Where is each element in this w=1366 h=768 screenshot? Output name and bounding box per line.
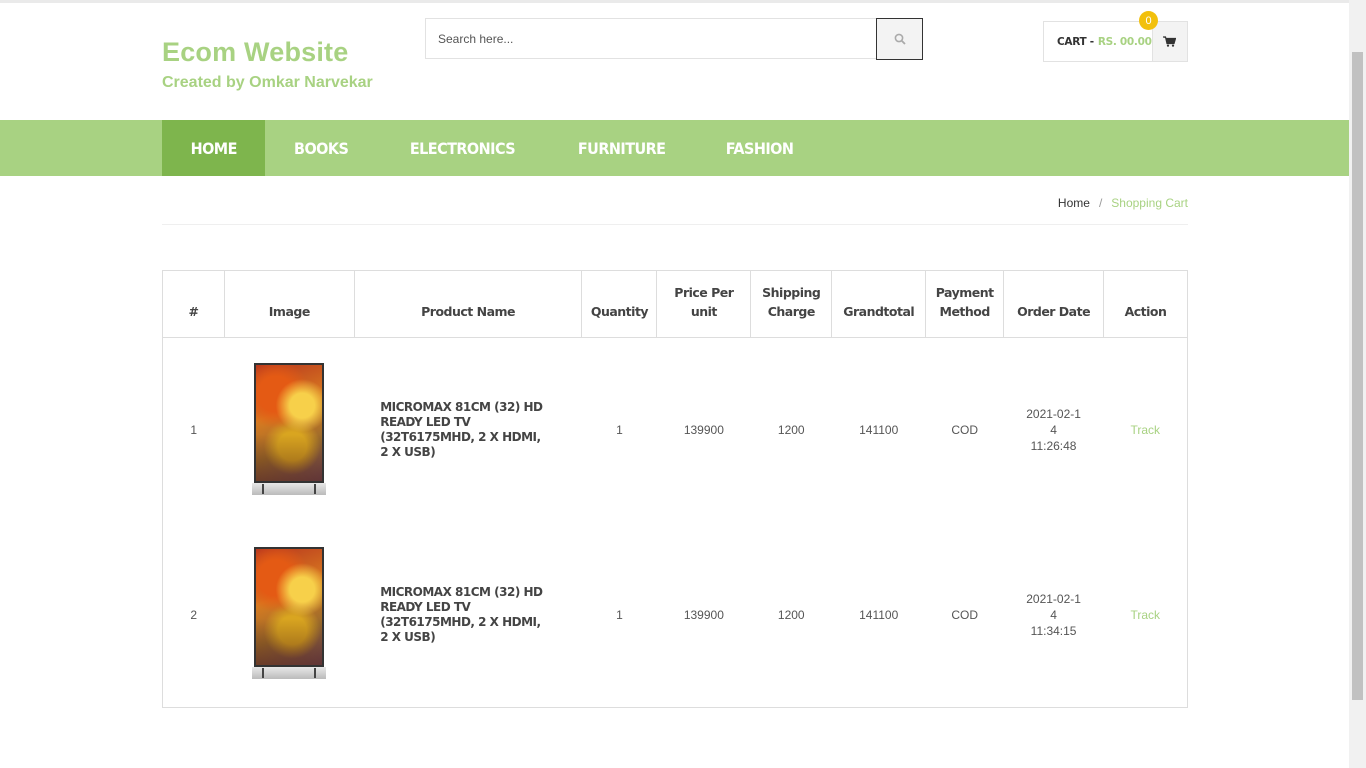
payment-method: COD xyxy=(951,423,978,438)
table-row: 1 MICROMAX 81CM (32) HD READY LED TV (32… xyxy=(163,338,1188,523)
nav-menu: HOME BOOKS ELECTRONICS FURNITURE FASHION xyxy=(162,120,823,176)
nav-label-home: HOME xyxy=(190,138,238,158)
price-per-unit: 139900 xyxy=(683,607,724,622)
site-subtitle: Created by Omkar Narvekar xyxy=(162,74,373,91)
search-bar xyxy=(425,18,923,60)
nav-label-furniture: FURNITURE xyxy=(577,138,666,158)
cart-text: CART - xyxy=(1057,35,1094,48)
cart-button[interactable] xyxy=(1151,22,1187,61)
product-image[interactable] xyxy=(252,362,327,495)
product-name: MICROMAX 81CM (32) HD READY LED TV (32T6… xyxy=(380,400,543,460)
action-cell: Track xyxy=(1104,338,1188,523)
page-scrollbar[interactable] xyxy=(1349,0,1366,768)
cart-label[interactable]: CART - RS. 00.00 xyxy=(1044,22,1152,61)
order-date: 2021-02-14 11:26:48 xyxy=(1004,338,1104,523)
search-button[interactable] xyxy=(876,18,923,60)
action-cell: Track xyxy=(1104,523,1188,708)
product-image[interactable] xyxy=(252,547,327,680)
breadcrumb-home-link[interactable]: Home xyxy=(1058,196,1090,210)
search-icon xyxy=(894,33,906,45)
product-image-cell xyxy=(224,338,354,523)
price-per-unit: 139900 xyxy=(683,423,724,438)
column-header-shipping: Shipping Charge xyxy=(750,270,833,338)
orders-table: # Image Product Name Quantity Price Per … xyxy=(162,270,1188,708)
site-title[interactable]: Ecom Website xyxy=(162,37,373,68)
order-date-day: 2021-02-14 xyxy=(1026,407,1081,438)
shipping-charge: 1200 xyxy=(777,607,805,622)
table-row: 2 MICROMAX 81CM (32) HD READY LED TV (32… xyxy=(163,523,1188,708)
cart-widget[interactable]: CART - RS. 00.00 0 xyxy=(1043,11,1188,62)
column-header-payment: Payment Method xyxy=(925,270,1005,338)
track-link[interactable]: Track xyxy=(1130,608,1160,622)
table-header-row: # Image Product Name Quantity Price Per … xyxy=(162,270,1188,338)
quantity: 1 xyxy=(616,607,623,622)
order-date-time: 11:34:15 xyxy=(1030,623,1077,638)
breadcrumb: Home / Shopping Cart xyxy=(1058,196,1188,210)
column-header-quantity: Quantity xyxy=(581,270,658,338)
search-input[interactable] xyxy=(425,18,876,59)
column-header-price: Price Per unit xyxy=(656,270,752,338)
order-date-time: 11:26:48 xyxy=(1030,439,1077,454)
order-date: 2021-02-14 11:34:15 xyxy=(1004,523,1104,708)
divider xyxy=(162,224,1188,225)
payment-method: COD xyxy=(951,607,978,622)
breadcrumb-separator: / xyxy=(1098,196,1103,210)
cart-icon xyxy=(1163,36,1177,47)
top-edge xyxy=(0,0,1349,3)
column-header-grandtotal: Grandtotal xyxy=(831,270,927,338)
quantity: 1 xyxy=(616,423,623,438)
column-header-order-date: Order Date xyxy=(1003,270,1105,338)
nav-label-fashion: FASHION xyxy=(725,138,794,158)
row-index: 1 xyxy=(190,423,198,438)
nav-item-electronics[interactable]: ELECTRONICS xyxy=(386,120,538,176)
breadcrumb-current: Shopping Cart xyxy=(1111,196,1188,210)
track-link[interactable]: Track xyxy=(1130,423,1160,437)
order-date-day: 2021-02-14 xyxy=(1026,591,1081,622)
product-image-cell xyxy=(224,523,354,708)
column-header-image: Image xyxy=(223,270,355,338)
cart-amount: RS. 00.00 xyxy=(1097,35,1152,48)
column-header-action: Action xyxy=(1103,270,1188,338)
shipping-charge: 1200 xyxy=(777,423,805,438)
grandtotal: 141100 xyxy=(859,423,899,438)
nav-label-books: BOOKS xyxy=(294,138,349,158)
scrollbar-thumb[interactable] xyxy=(1352,52,1363,700)
nav-item-books[interactable]: BOOKS xyxy=(271,120,372,176)
main-nav: HOME BOOKS ELECTRONICS FURNITURE FASHION xyxy=(0,120,1349,176)
product-name: MICROMAX 81CM (32) HD READY LED TV (32T6… xyxy=(380,584,543,644)
nav-item-fashion[interactable]: FASHION xyxy=(702,120,816,176)
row-index: 2 xyxy=(190,607,198,622)
nav-item-home[interactable]: HOME xyxy=(162,120,266,176)
column-header-index: # xyxy=(162,270,225,338)
nav-label-electronics: ELECTRONICS xyxy=(409,138,516,158)
brand[interactable]: Ecom Website Created by Omkar Narvekar xyxy=(162,37,373,92)
nav-item-furniture[interactable]: FURNITURE xyxy=(554,120,688,176)
grandtotal: 141100 xyxy=(859,607,899,622)
column-header-product-name: Product Name xyxy=(353,270,583,338)
cart-count-badge: 0 xyxy=(1139,11,1158,30)
